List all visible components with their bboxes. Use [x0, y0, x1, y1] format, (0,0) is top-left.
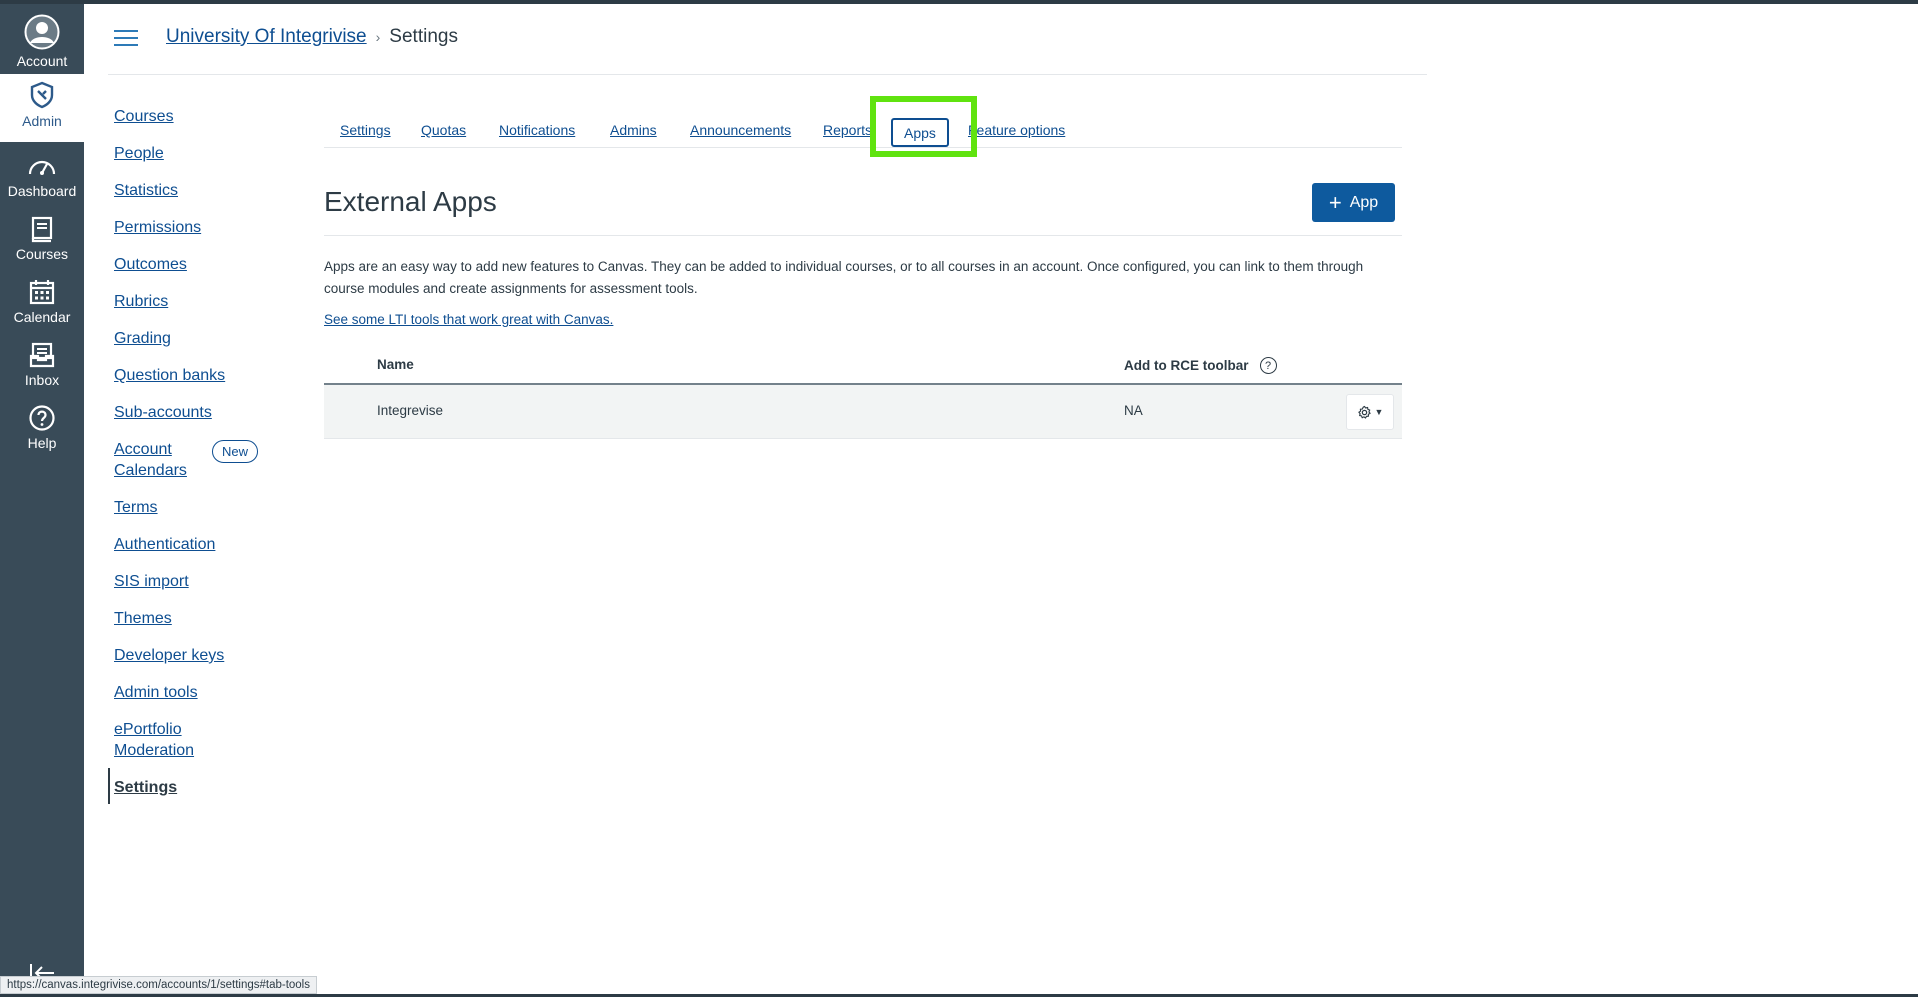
global-nav-help[interactable]: Help [0, 398, 84, 460]
left-menu-courses[interactable]: Courses [114, 106, 174, 127]
left-menu-sub-accounts[interactable]: Sub-accounts [114, 402, 212, 423]
new-badge: New [212, 440, 258, 463]
global-nav-admin-label: Admin [22, 113, 62, 129]
tab-notifications[interactable]: Notifications [499, 122, 575, 138]
admin-shield-icon [30, 81, 54, 109]
tab-settings[interactable]: Settings [340, 122, 391, 138]
calendar-icon [29, 280, 55, 305]
global-nav-dashboard-label: Dashboard [7, 183, 77, 199]
left-menu-account-calendars-line2: Calendars [114, 462, 187, 479]
global-nav-help-label: Help [27, 435, 57, 451]
tab-announcements[interactable]: Announcements [690, 122, 791, 138]
tab-apps[interactable]: Apps [891, 118, 949, 147]
breadcrumb-account-link[interactable]: University Of Integrivise [166, 26, 367, 48]
left-menu-eportfolio-line1: ePortfolio [114, 721, 182, 738]
column-header-rce-label: Add to RCE toolbar [1124, 358, 1249, 373]
global-nav-admin[interactable]: Admin [0, 74, 84, 142]
window-top-border [0, 0, 1918, 4]
left-menu-developer-keys[interactable]: Developer keys [114, 645, 224, 666]
global-nav-dashboard[interactable]: Dashboard [0, 146, 84, 208]
left-menu-account-calendars-line1: Account [114, 441, 172, 458]
app-settings-menu-button[interactable]: ▼ [1346, 394, 1394, 430]
left-menu-terms[interactable]: Terms [114, 497, 158, 518]
tab-quotas[interactable]: Quotas [421, 122, 466, 138]
tab-admins[interactable]: Admins [610, 122, 657, 138]
tab-feature-options[interactable]: Feature options [968, 122, 1065, 138]
add-app-button[interactable]: + App [1312, 183, 1395, 222]
global-nav-courses-label: Courses [15, 246, 69, 262]
table-row: Integrevise NA ▼ [324, 385, 1402, 439]
global-nav-calendar-label: Calendar [13, 309, 71, 325]
left-menu-authentication[interactable]: Authentication [114, 534, 215, 555]
left-menu-outcomes[interactable]: Outcomes [114, 254, 187, 275]
global-nav-account[interactable]: Account [0, 8, 84, 70]
left-menu-sis-import[interactable]: SIS import [114, 571, 189, 592]
global-nav-account-label: Account [16, 53, 68, 69]
courses-book-icon [31, 216, 53, 243]
global-nav-courses[interactable]: Courses [0, 209, 84, 271]
global-nav-calendar[interactable]: Calendar [0, 272, 84, 334]
global-nav-inbox[interactable]: Inbox [0, 335, 84, 397]
chevron-down-icon: ▼ [1374, 407, 1384, 417]
left-menu-permissions[interactable]: Permissions [114, 217, 201, 238]
left-menu-rubrics[interactable]: Rubrics [114, 291, 168, 312]
dashboard-gauge-icon [28, 160, 56, 175]
apps-description: Apps are an easy way to add new features… [324, 259, 1364, 296]
left-menu-eportfolio-line2: Moderation [114, 742, 195, 759]
left-menu-eportfolio-moderation[interactable]: ePortfolio Moderation [114, 719, 194, 761]
left-menu-active-indicator [108, 768, 110, 804]
left-menu-people[interactable]: People [114, 143, 164, 164]
header-divider [108, 74, 1427, 75]
breadcrumb-current: Settings [389, 26, 458, 47]
column-header-rce-toolbar: Add to RCE toolbar ? [1124, 357, 1277, 374]
add-app-label: App [1349, 193, 1379, 211]
lti-tools-link[interactable]: See some LTI tools that work great with … [324, 312, 613, 327]
inbox-icon [29, 342, 55, 368]
app-rce-cell: NA [1124, 403, 1143, 418]
settings-tabs: Settings Quotas Notifications Admins Ann… [324, 118, 1402, 148]
page-title: External Apps [324, 186, 497, 217]
left-menu-admin-tools[interactable]: Admin tools [114, 682, 198, 703]
app-name-cell: Integrevise [377, 403, 444, 418]
left-menu-question-banks[interactable]: Question banks [114, 365, 225, 386]
question-mark-icon[interactable]: ? [1259, 357, 1277, 374]
gear-icon [1357, 405, 1371, 419]
title-divider [324, 235, 1402, 236]
help-icon [29, 405, 55, 431]
column-header-name: Name [377, 357, 414, 372]
left-menu-account-calendars[interactable]: Account Calendars [114, 439, 187, 481]
breadcrumb: University Of Integrivise › Settings [166, 26, 458, 48]
global-navigation: Account Admin Dashboard Courses Calendar… [0, 4, 84, 997]
left-menu-grading[interactable]: Grading [114, 328, 171, 349]
left-menu-statistics[interactable]: Statistics [114, 180, 178, 201]
plus-icon: + [1328, 189, 1342, 215]
left-menu-themes[interactable]: Themes [114, 608, 172, 629]
status-bar-url: https://canvas.integrivise.com/accounts/… [0, 976, 317, 994]
global-nav-inbox-label: Inbox [24, 372, 60, 388]
account-avatar-icon [24, 14, 60, 50]
left-menu-settings[interactable]: Settings [114, 777, 177, 798]
course-menu-toggle-icon[interactable] [114, 30, 138, 50]
breadcrumb-chevron-icon: › [375, 29, 381, 45]
tab-reports[interactable]: Reports [823, 122, 872, 138]
